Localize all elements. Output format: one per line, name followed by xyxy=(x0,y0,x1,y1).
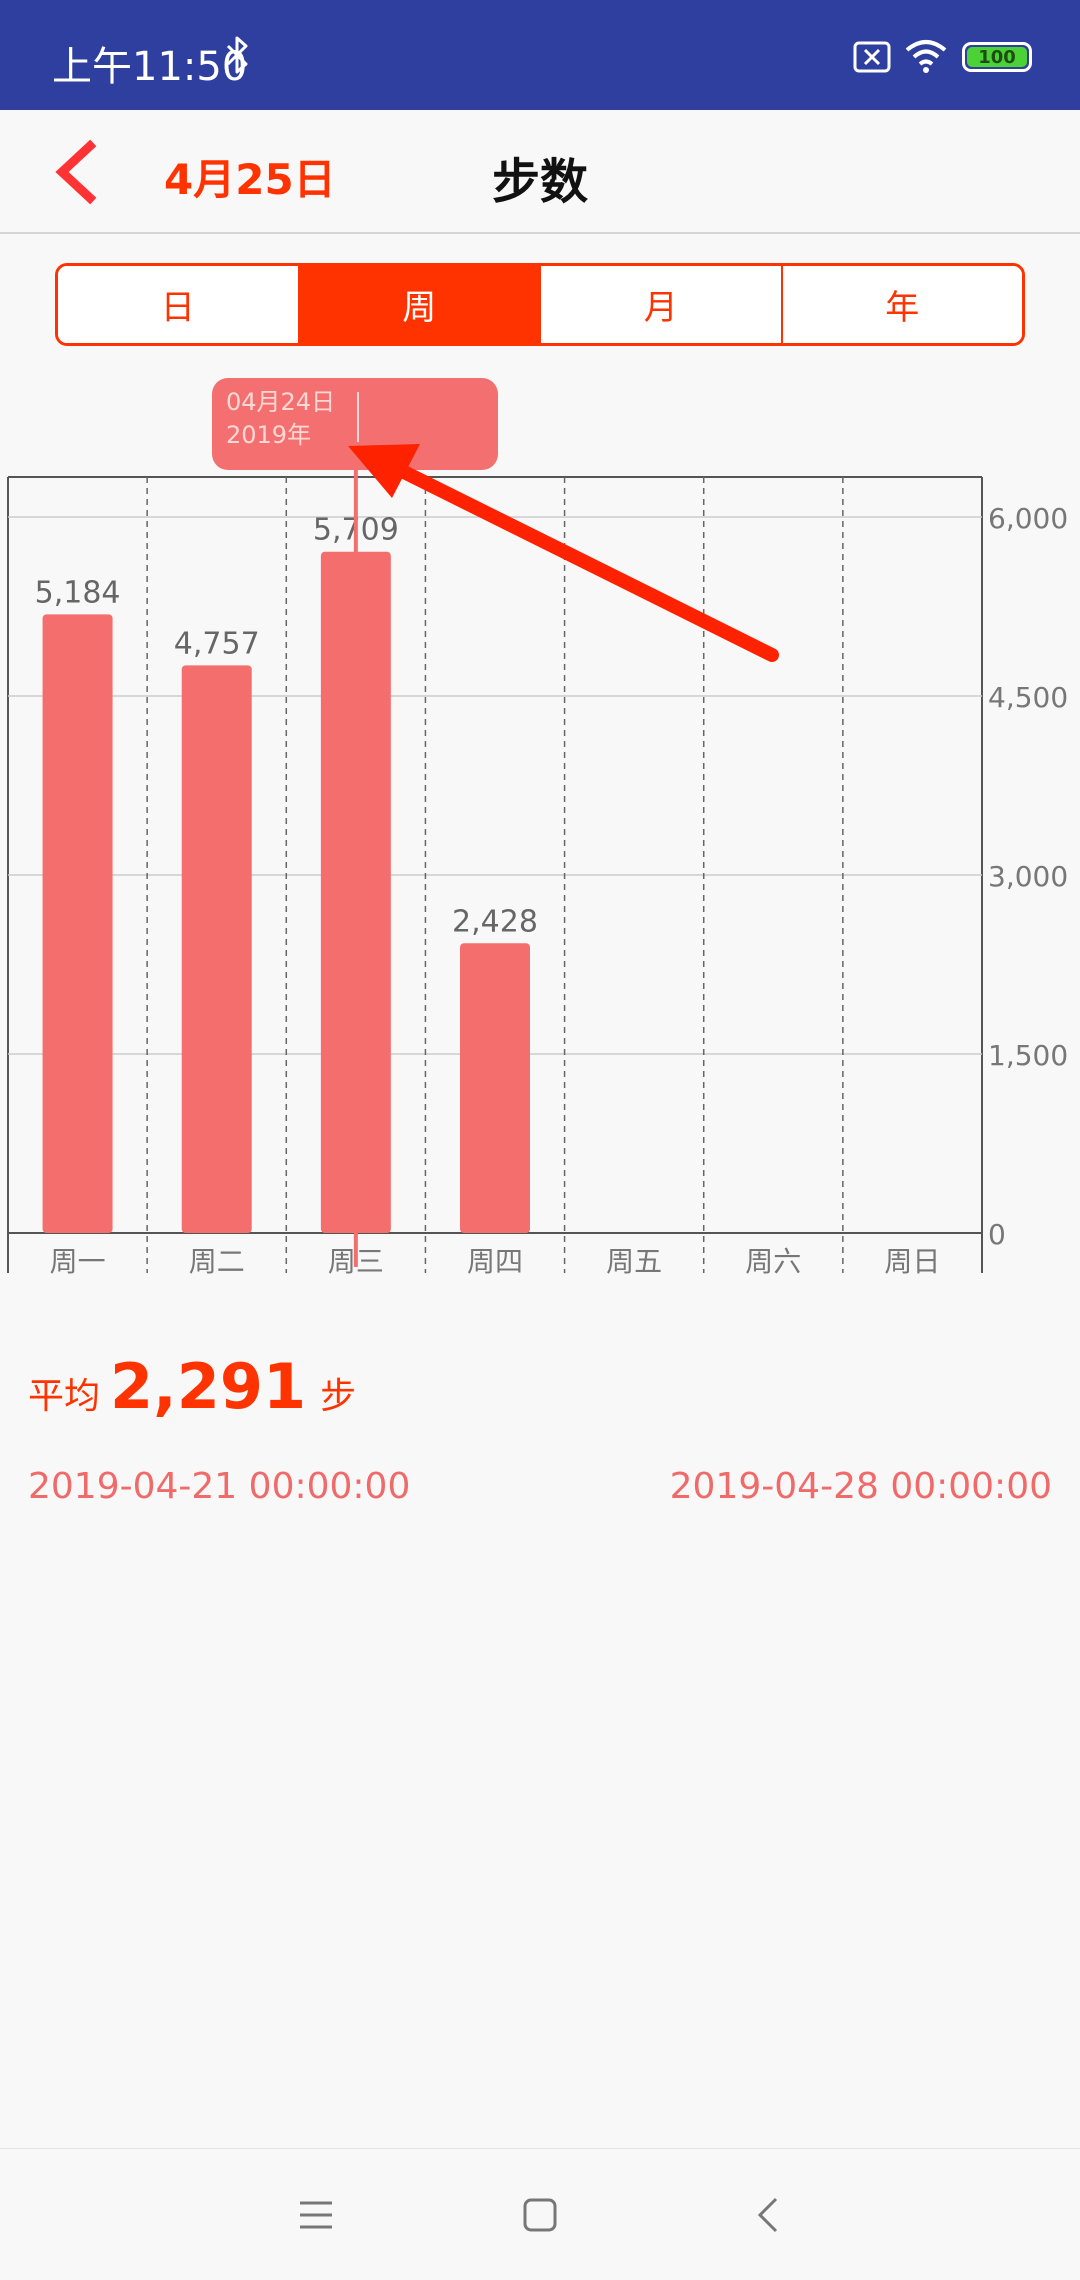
navigation-bar xyxy=(0,2148,1080,2280)
status-bar: 上午11:50 100 xyxy=(0,0,1080,110)
tooltip-date: 04月24日 xyxy=(226,388,335,416)
bar-value-label: 2,428 xyxy=(452,904,538,939)
tab-month[interactable]: 月 xyxy=(541,266,783,343)
tab-week[interactable]: 周 xyxy=(299,266,541,343)
tooltip-year: 2019年 xyxy=(226,421,311,449)
x-tick-label: 周六 xyxy=(745,1245,801,1278)
battery-level: 100 xyxy=(967,47,1027,68)
y-tick-label: 3,000 xyxy=(988,860,1068,893)
y-tick-label: 0 xyxy=(988,1218,1006,1251)
average-unit: 步 xyxy=(320,1376,357,1417)
chart-bar xyxy=(42,614,113,1233)
steps-bar-chart[interactable]: 01,5003,0004,5006,0005,184周一4,757周二5,709… xyxy=(0,360,1080,1290)
bar-value-label: 4,757 xyxy=(174,626,260,661)
y-tick-label: 4,500 xyxy=(988,681,1068,714)
bluetooth-icon xyxy=(226,36,248,74)
nav-back-icon[interactable] xyxy=(748,2193,788,2237)
x-tick-label: 周四 xyxy=(467,1245,523,1278)
average-label: 平均 xyxy=(28,1376,101,1417)
chart-bar xyxy=(460,943,530,1233)
x-tick-label: 周二 xyxy=(189,1245,245,1278)
no-sim-icon xyxy=(853,41,891,73)
chart-bar xyxy=(181,665,252,1233)
tab-year[interactable]: 年 xyxy=(782,266,1022,343)
page-title: 步数 xyxy=(491,154,588,210)
annotation-arrow-line xyxy=(393,463,779,662)
recents-menu-icon[interactable] xyxy=(296,2195,336,2235)
average-row: 平均 2,291 步 xyxy=(28,1350,356,1430)
period-tabs: 日 周 月 年 xyxy=(55,263,1025,346)
header: 4月25日 步数 xyxy=(0,110,1080,234)
x-tick-label: 周日 xyxy=(884,1245,940,1278)
range-end: 2019-04-28 00:00:00 xyxy=(669,1466,1052,1507)
bar-value-label: 5,184 xyxy=(35,575,121,610)
average-value: 2,291 xyxy=(110,1350,307,1423)
x-tick-label: 周五 xyxy=(606,1245,662,1278)
range-start: 2019-04-21 00:00:00 xyxy=(28,1466,411,1507)
home-icon[interactable] xyxy=(520,2195,560,2235)
battery-icon: 100 xyxy=(962,42,1032,72)
tab-day[interactable]: 日 xyxy=(58,266,300,343)
y-tick-label: 1,500 xyxy=(988,1039,1068,1072)
wifi-icon xyxy=(905,40,947,73)
status-time: 上午11:50 xyxy=(52,44,248,90)
x-tick-label: 周一 xyxy=(50,1245,106,1278)
y-tick-label: 6,000 xyxy=(988,502,1068,535)
